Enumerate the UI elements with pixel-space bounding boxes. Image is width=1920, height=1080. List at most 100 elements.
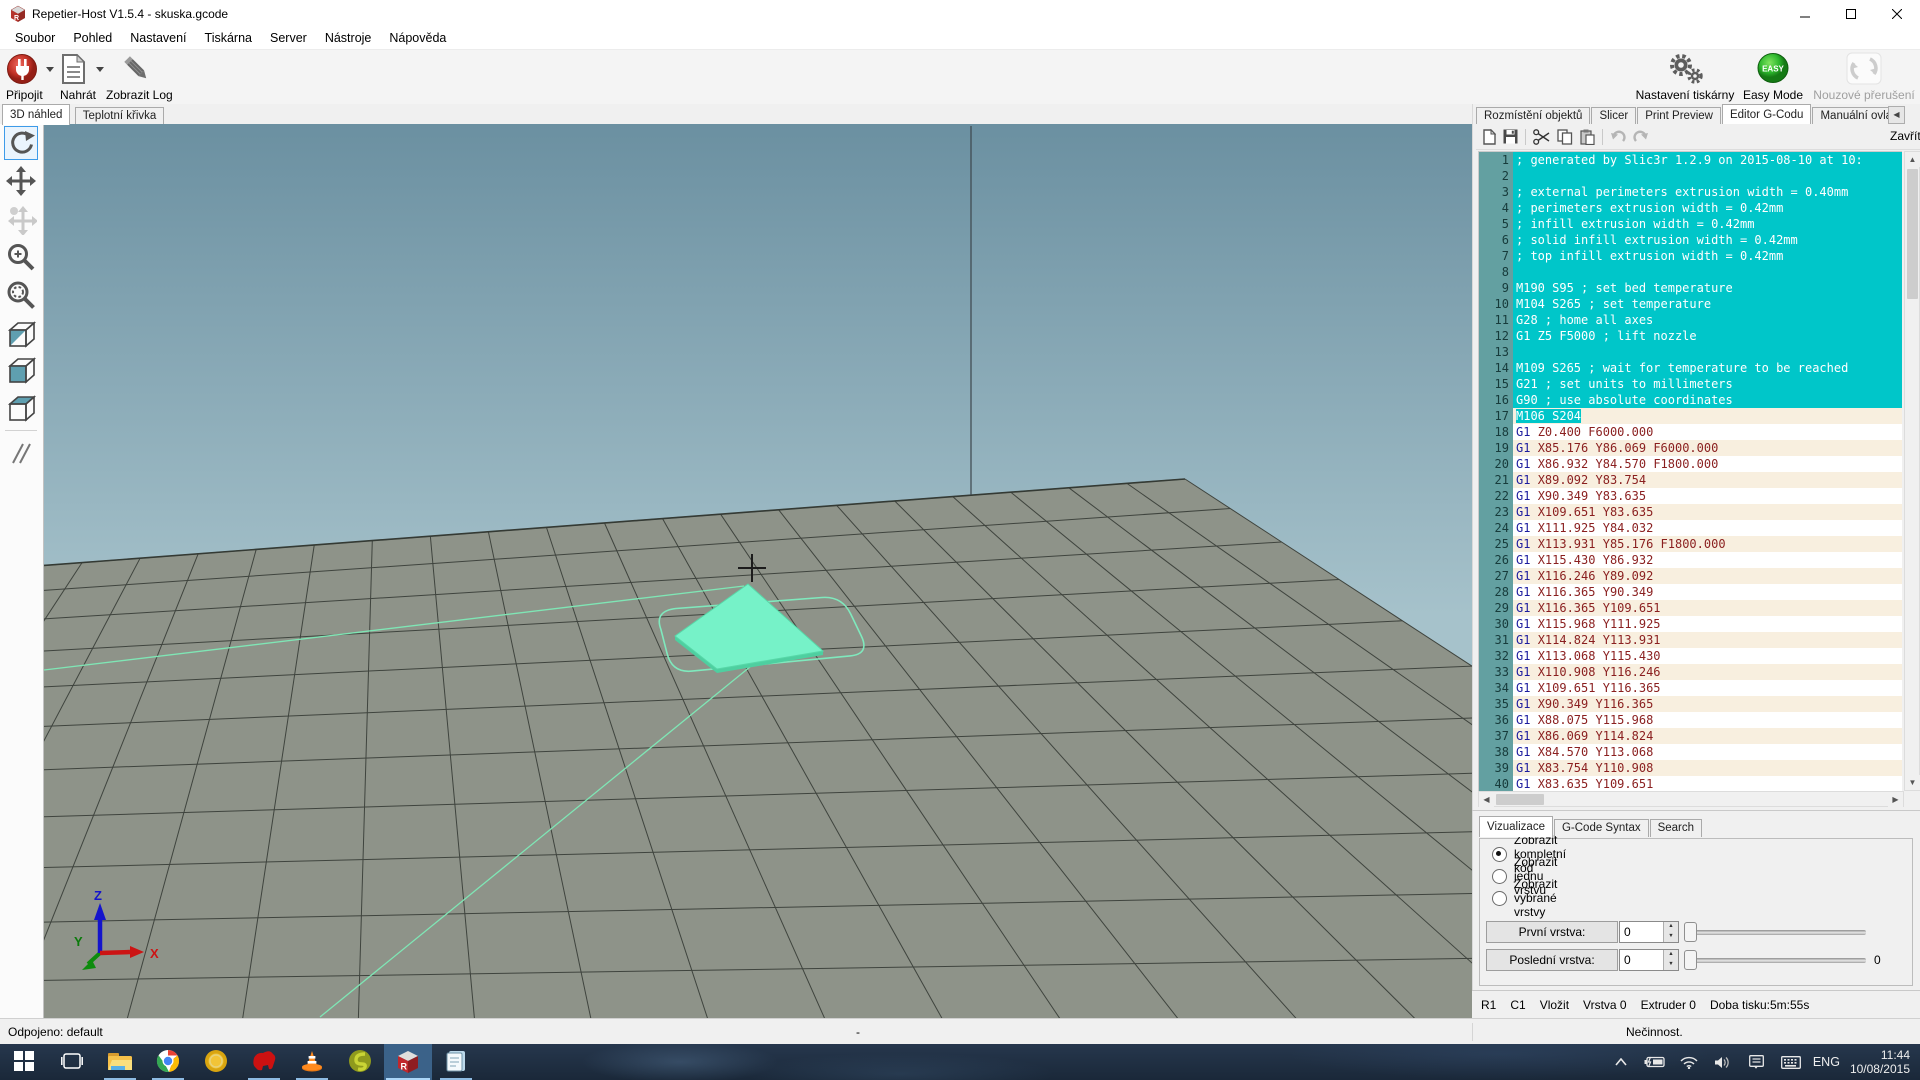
code-line[interactable]: 40G1 X83.635 Y109.651 (1479, 776, 1902, 791)
code-line[interactable]: 26G1 X115.430 Y86.932 (1479, 552, 1902, 568)
code-line[interactable]: 25G1 X113.931 Y85.176 F1800.000 (1479, 536, 1902, 552)
taskbar-task-view-button[interactable] (48, 1044, 96, 1080)
touch-keyboard-icon[interactable] (1779, 1044, 1803, 1080)
first-layer-button[interactable]: První vrstva: (1486, 921, 1618, 943)
menu-item-pohled[interactable]: Pohled (64, 27, 121, 50)
code-line[interactable]: 31G1 X114.824 Y113.931 (1479, 632, 1902, 648)
code-line[interactable]: 13 (1479, 344, 1902, 360)
taskbar-chrome-app[interactable] (144, 1044, 192, 1080)
code-line[interactable]: 8 (1479, 264, 1902, 280)
taskbar-green-app-app[interactable] (336, 1044, 384, 1080)
last-layer-value[interactable]: 0 (1624, 953, 1631, 967)
parallel-projection-button[interactable] (4, 436, 38, 470)
last-layer-slider-thumb[interactable] (1684, 950, 1697, 970)
radio-button-icon[interactable] (1492, 891, 1507, 906)
battery-icon[interactable] (1643, 1044, 1667, 1080)
spin-down-icon[interactable]: ▼ (1663, 960, 1678, 970)
wifi-icon[interactable] (1677, 1044, 1701, 1080)
zoom-in-button[interactable] (4, 240, 38, 274)
scroll-right-icon[interactable]: ▶ (1888, 792, 1903, 807)
menu-item-nastaven[interactable]: Nastavení (121, 27, 195, 50)
spin-up-icon[interactable]: ▲ (1663, 950, 1678, 960)
code-line[interactable]: 10M104 S265 ; set temperature (1479, 296, 1902, 312)
copy-icon[interactable] (1557, 129, 1573, 145)
tab-print-preview[interactable]: Print Preview (1637, 107, 1721, 124)
code-line[interactable]: 6; solid infill extrusion width = 0.42mm (1479, 232, 1902, 248)
cut-icon[interactable] (1533, 129, 1550, 145)
code-line[interactable]: 17M106 S204 (1479, 408, 1902, 424)
code-line[interactable]: 15G21 ; set units to millimeters (1479, 376, 1902, 392)
taskbar-notepad-app[interactable] (432, 1044, 480, 1080)
last-layer-button[interactable]: Poslední vrstva: (1486, 949, 1618, 971)
menu-item-n-stroje[interactable]: Nástroje (316, 27, 381, 50)
clock[interactable]: 11:4410/08/2015 (1850, 1048, 1918, 1076)
code-line[interactable]: 18G1 Z0.400 F6000.000 (1479, 424, 1902, 440)
code-line[interactable]: 30G1 X115.968 Y111.925 (1479, 616, 1902, 632)
top-view-button[interactable] (4, 392, 38, 426)
volume-icon[interactable] (1711, 1044, 1735, 1080)
code-line[interactable]: 29G1 X116.365 Y109.651 (1479, 600, 1902, 616)
action-center-icon[interactable] (1745, 1044, 1769, 1080)
paste-icon[interactable] (1580, 129, 1595, 145)
spin-down-icon[interactable]: ▼ (1663, 932, 1678, 942)
code-line[interactable]: 19G1 X85.176 Y86.069 F6000.000 (1479, 440, 1902, 456)
load-button[interactable]: Nahrát (60, 52, 106, 102)
connect-button[interactable]: Připojit (6, 52, 58, 102)
front-view-button[interactable] (4, 354, 38, 388)
editor-vertical-scrollbar[interactable]: ▲ ▼ (1904, 151, 1920, 791)
first-layer-slider[interactable] (1688, 930, 1866, 935)
connect-dropdown-caret[interactable] (46, 67, 54, 72)
editor-close-button[interactable]: Zavřít (1890, 129, 1920, 143)
taskbar-gold-app-app[interactable] (192, 1044, 240, 1080)
first-layer-spinner[interactable]: 0 ▲▼ (1619, 921, 1679, 943)
code-line[interactable]: 22G1 X90.349 Y83.635 (1479, 488, 1902, 504)
code-line[interactable]: 9M190 S95 ; set bed temperature (1479, 280, 1902, 296)
tab-editor-g-codu[interactable]: Editor G-Codu (1722, 104, 1812, 124)
menu-item-soubor[interactable]: Soubor (6, 27, 64, 50)
code-line[interactable]: 28G1 X116.365 Y90.349 (1479, 584, 1902, 600)
taskbar-file-explorer-app[interactable] (96, 1044, 144, 1080)
minimize-button[interactable] (1782, 0, 1828, 27)
code-line[interactable]: 24G1 X111.925 Y84.032 (1479, 520, 1902, 536)
code-line[interactable]: 14M109 S265 ; wait for temperature to be… (1479, 360, 1902, 376)
new-file-icon[interactable] (1482, 129, 1496, 145)
code-line[interactable]: 34G1 X109.651 Y116.365 (1479, 680, 1902, 696)
printer-settings-button[interactable]: Nastavení tiskárny (1635, 52, 1735, 102)
viz-tab-search[interactable]: Search (1650, 819, 1702, 837)
code-line[interactable]: 2 (1479, 168, 1902, 184)
last-layer-slider[interactable] (1688, 958, 1866, 963)
first-layer-slider-thumb[interactable] (1684, 922, 1697, 942)
menu-item-tisk-rna[interactable]: Tiskárna (196, 27, 261, 50)
code-line[interactable]: 38G1 X84.570 Y113.068 (1479, 744, 1902, 760)
code-line[interactable]: 16G90 ; use absolute coordinates (1479, 392, 1902, 408)
last-layer-spinner[interactable]: 0 ▲▼ (1619, 949, 1679, 971)
menu-item-n-pov-da[interactable]: Nápověda (380, 27, 455, 50)
tray-chevron-up-icon[interactable] (1609, 1044, 1633, 1080)
tab-slicer[interactable]: Slicer (1591, 107, 1636, 124)
code-line[interactable]: 37G1 X86.069 Y114.824 (1479, 728, 1902, 744)
radio-zobrazit-vybran-vrstvy[interactable]: Zobrazit vybrané vrstvy (1492, 890, 1557, 906)
viz-tab-g-code-syntax[interactable]: G-Code Syntax (1554, 819, 1649, 837)
radio-button-icon[interactable] (1492, 869, 1507, 884)
tab-temperature-curve[interactable]: Teplotní křivka (75, 107, 165, 125)
code-line[interactable]: 27G1 X116.246 Y89.092 (1479, 568, 1902, 584)
first-layer-value[interactable]: 0 (1624, 925, 1631, 939)
rotate-view-button[interactable] (4, 126, 38, 160)
code-line[interactable]: 21G1 X89.092 Y83.754 (1479, 472, 1902, 488)
scroll-up-icon[interactable]: ▲ (1905, 152, 1920, 167)
spin-up-icon[interactable]: ▲ (1663, 922, 1678, 932)
tab-3d-view[interactable]: 3D náhled (2, 104, 70, 125)
menu-item-server[interactable]: Server (261, 27, 316, 50)
maximize-button[interactable] (1828, 0, 1874, 27)
easy-mode-button[interactable]: EASY Easy Mode (1740, 52, 1806, 102)
taskbar-repetier-host-app[interactable]: R (384, 1044, 432, 1080)
zoom-fit-button[interactable] (4, 278, 38, 312)
code-line[interactable]: 3; external perimeters extrusion width =… (1479, 184, 1902, 200)
scroll-left-icon[interactable]: ◀ (1479, 792, 1494, 807)
code-line[interactable]: 33G1 X110.908 Y116.246 (1479, 664, 1902, 680)
code-line[interactable]: 36G1 X88.075 Y115.968 (1479, 712, 1902, 728)
tab-scroll-left-icon[interactable]: ◀ (1888, 106, 1905, 124)
3d-viewport-scene[interactable]: YZX (44, 124, 1472, 1018)
code-line[interactable]: 12G1 Z5 F5000 ; lift nozzle (1479, 328, 1902, 344)
close-button[interactable] (1874, 0, 1920, 27)
